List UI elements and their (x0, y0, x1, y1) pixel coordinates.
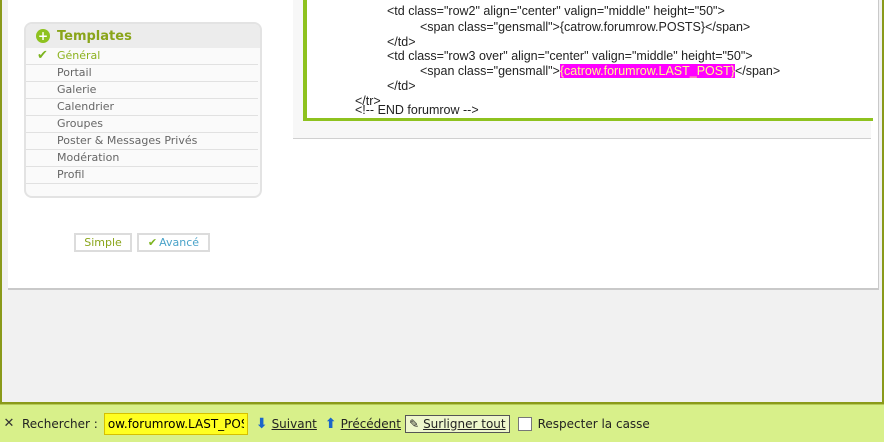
sidebar-header: + Templates (26, 24, 260, 48)
code-line: <span class="gensmall">{catrow.forumrow.… (420, 20, 751, 34)
match-case-checkbox[interactable] (517, 416, 532, 431)
sidebar-item-label: Calendrier (57, 100, 115, 113)
code-span-open: <span class="gensmall"> (420, 64, 560, 78)
sidebar-item-portail[interactable]: Portail (26, 65, 258, 82)
search-match-highlight: {catrow.forumrow.LAST_POST} (559, 64, 735, 78)
close-icon[interactable]: ✕ (2, 416, 16, 431)
sidebar-item-profil[interactable]: Profil (26, 167, 258, 184)
sidebar-nav: ✔ Général Portail Galerie Calendrier Gro… (26, 48, 260, 184)
sidebar-item-moderation[interactable]: Modération (26, 150, 258, 167)
sidebar-item-galerie[interactable]: Galerie (26, 82, 258, 99)
highlight-all-label: Surligner tout (423, 416, 506, 431)
sidebar-item-general[interactable]: ✔ Général (26, 48, 258, 65)
sidebar-item-label: Profil (57, 168, 85, 181)
sidebar-item-label: Poster & Messages Privés (57, 134, 198, 147)
sidebar-item-calendrier[interactable]: Calendrier (26, 99, 258, 116)
sidebar-item-label: Modération (57, 151, 120, 164)
find-label: Rechercher : (22, 416, 98, 431)
find-previous-label: Précédent (340, 416, 401, 431)
sidebar-item-poster-messages[interactable]: Poster & Messages Privés (26, 133, 258, 150)
find-previous-button[interactable]: ⬆ Précédent (325, 416, 401, 432)
advanced-mode-label: Avancé (159, 236, 200, 249)
find-next-label: Suivant (271, 416, 317, 431)
code-span-close: </span> (734, 64, 781, 78)
simple-mode-button[interactable]: Simple (74, 233, 132, 252)
plus-circle-icon: + (36, 29, 50, 43)
templates-sidebar: + Templates ✔ Général Portail Galerie Ca… (24, 22, 262, 198)
template-code-box[interactable]: <td class="row2" align="center" valign="… (303, 0, 873, 121)
advanced-mode-button[interactable]: ✔ Avancé (137, 233, 210, 252)
code-line: <span class="gensmall">{catrow.forumrow.… (420, 64, 780, 79)
sidebar-item-label: Galerie (57, 83, 97, 96)
arrow-down-icon: ⬇ (255, 415, 268, 432)
code-line: </td> (387, 79, 416, 93)
code-line: <td class="row3 over" align="center" val… (387, 49, 753, 63)
sidebar-item-groupes[interactable]: Groupes (26, 116, 258, 133)
match-case-label: Respecter la casse (537, 416, 650, 431)
highlight-all-button[interactable]: ✎ Surligner tout (405, 414, 510, 433)
highlighter-icon: ✎ (409, 416, 420, 431)
find-bar: ✕ Rechercher : ⬇ Suivant ⬆ Précédent ✎ S… (0, 404, 884, 442)
sidebar-title: Templates (57, 28, 132, 44)
match-case-option[interactable]: Respecter la casse (517, 416, 650, 431)
find-input[interactable] (103, 412, 248, 435)
sidebar-item-label: Portail (57, 66, 92, 79)
code-editor-area: <td class="row2" align="center" valign="… (293, 0, 873, 139)
sidebar-item-label: Groupes (57, 117, 103, 130)
code-line: <td class="row2" align="center" valign="… (387, 4, 725, 18)
arrow-up-icon: ⬆ (324, 415, 337, 432)
check-icon: ✔ (147, 236, 158, 249)
code-line: </td> (387, 35, 416, 49)
check-icon: ✔ (37, 48, 48, 63)
find-next-button[interactable]: ⬇ Suivant (256, 416, 317, 432)
code-line: <!-- END forumrow --> (355, 103, 479, 117)
sidebar-item-label: Général (57, 49, 101, 62)
